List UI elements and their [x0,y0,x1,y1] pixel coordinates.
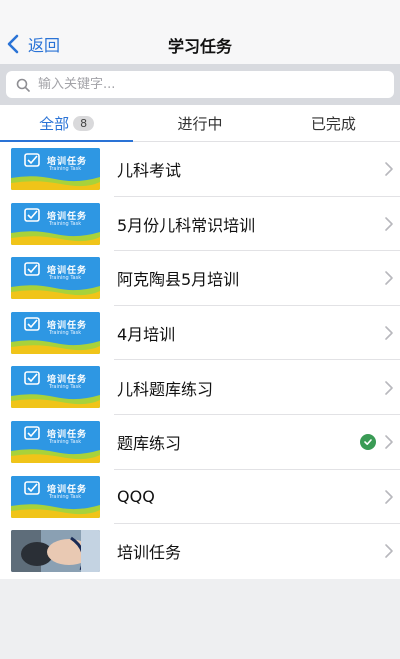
task-title: QQQ [117,487,155,507]
task-thumbnail-banner: 培训任务 Training Task [11,202,100,245]
task-list: 培训任务 Training Task 儿科考试 培训任务 Training Ta… [0,142,400,579]
task-row[interactable]: 培训任务 Training Task 4月培训 [0,306,400,361]
thumbnail-subtitle: Training Task [49,384,82,391]
search-bar [0,64,400,105]
search-icon [16,78,30,92]
thumbnail-subtitle: Training Task [49,438,82,445]
chevron-right-icon [385,544,393,559]
task-row[interactable]: 培训任务 [0,524,400,579]
chevron-right-icon [385,217,393,231]
tab-completed[interactable]: 已完成 [267,105,400,141]
page-title: 学习任务 [167,37,232,56]
thumbnail-subtitle: Training Task [49,329,82,336]
task-row[interactable]: 培训任务 Training Task 阿克陶县5月培训 [0,251,400,306]
search-box[interactable] [6,71,394,98]
tab-completed-label: 已完成 [310,114,356,133]
thumbnail-subtitle: Training Task [49,493,82,500]
tab-all-label: 全部 [39,114,70,133]
task-title: 培训任务 [117,543,182,563]
tab-all[interactable]: 全部 8 [0,105,134,142]
chevron-right-icon [385,162,393,177]
task-thumbnail-banner: 培训任务 Training Task [11,475,100,518]
thumbnail-subtitle: Training Task [49,166,82,172]
thumbnail-subtitle: Training Task [49,275,82,282]
task-title: 儿科题库练习 [117,379,214,399]
task-thumbnail-banner: 培训任务 Training Task [11,257,100,300]
task-thumbnail-banner: 培训任务 Training Task [11,311,100,354]
task-row[interactable]: 培训任务 Training Task 5月份儿科常识培训 [0,197,400,252]
task-title: 儿科考试 [117,161,182,181]
filter-tabs: 全部 8 进行中 已完成 [0,105,400,142]
chevron-right-icon [385,490,393,504]
task-thumbnail-banner: 培训任务 Training Task [11,148,100,190]
task-thumbnail-photo [11,530,100,573]
thumbnail-subtitle: Training Task [49,220,82,227]
search-input[interactable] [38,77,378,92]
tab-all-count-badge: 8 [73,115,95,131]
task-thumbnail-banner: 培训任务 Training Task [11,366,100,409]
task-row[interactable]: 培训任务 Training Task QQQ [0,470,400,525]
task-thumbnail-banner: 培训任务 Training Task [11,420,100,463]
check-circle-icon [360,434,376,451]
task-title: 阿克陶县5月培训 [117,270,240,290]
task-title: 5月份儿科常识培训 [117,215,256,235]
task-title: 题库练习 [117,434,182,454]
chevron-right-icon [385,435,393,450]
task-title: 4月培训 [117,325,176,345]
chevron-right-icon [385,326,393,340]
task-row[interactable]: 培训任务 Training Task 儿科考试 [0,142,400,197]
chevron-right-icon [385,380,393,395]
tab-in-progress-label: 进行中 [177,114,223,133]
task-row[interactable]: 培训任务 Training Task 儿科题库练习 [0,360,400,415]
tab-in-progress[interactable]: 进行中 [133,105,266,141]
task-row[interactable]: 培训任务 Training Task 题库练习 [0,415,400,470]
navigation-bar: 返回 学习任务 [0,0,400,64]
chevron-right-icon [385,271,393,286]
